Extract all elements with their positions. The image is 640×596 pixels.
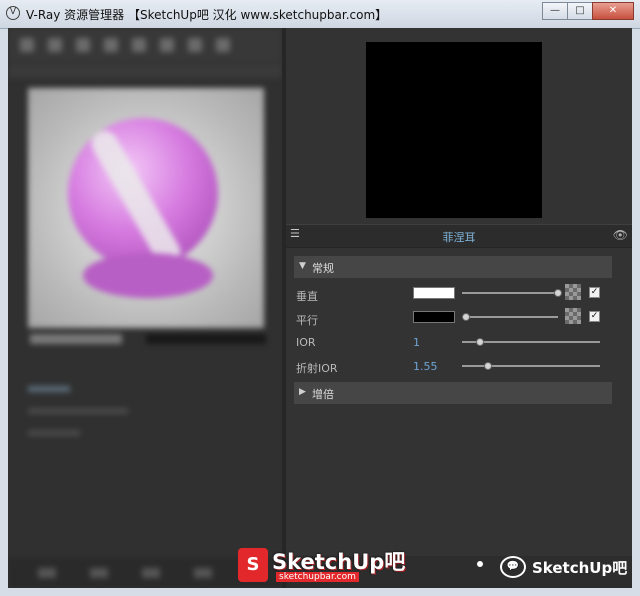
close-button[interactable]: ✕ [592, 2, 634, 20]
toolbar-icon[interactable] [216, 38, 230, 52]
close-icon: ✕ [608, 5, 618, 16]
left-panel-blurred [8, 28, 282, 588]
toolbar-icon[interactable] [48, 38, 62, 52]
group-label: 增倍 [312, 388, 334, 401]
list-item[interactable] [28, 386, 70, 392]
checkbox-perpendicular[interactable]: ✓ [589, 287, 600, 298]
right-panel: ☰ 菲涅耳 👁 ▼ 常规 垂直 ✓ 平行 ✓ IOR 1 折射IOR 1.55 … [286, 28, 632, 588]
slider-knob[interactable] [484, 362, 492, 370]
slider-parallel[interactable] [462, 316, 558, 318]
ior-value[interactable]: 1 [413, 336, 420, 349]
row-label-refraction-ior: 折射IOR [296, 362, 338, 375]
client-area: ☰ 菲涅耳 👁 ▼ 常规 垂直 ✓ 平行 ✓ IOR 1 折射IOR 1.55 … [8, 28, 632, 588]
sketchupbar-logo-icon: S [238, 548, 268, 582]
checkbox-parallel[interactable]: ✓ [589, 311, 600, 322]
toolbar-icon[interactable] [20, 38, 34, 52]
slider-knob[interactable] [462, 313, 470, 321]
texture-slot-perpendicular[interactable] [565, 284, 581, 300]
window-title: V-Ray 资源管理器 【SketchUp吧 汉化 www.sketchupba… [26, 8, 388, 22]
title-bar[interactable]: V V-Ray 资源管理器 【SketchUp吧 汉化 www.sketchup… [0, 0, 640, 29]
watermark-logo: S SketchUp吧 sketchupbar.com [238, 546, 405, 586]
slider-perpendicular[interactable] [462, 292, 558, 294]
group-general[interactable]: ▼ 常规 [294, 256, 612, 278]
row-label-perpendicular: 垂直 [296, 290, 318, 303]
eye-hidden-icon[interactable]: 👁 [613, 228, 628, 242]
section-title: 菲涅耳 [442, 231, 476, 244]
group-gain[interactable]: ▶ 增倍 [294, 382, 612, 404]
material-sphere-preview [28, 88, 264, 328]
toolbar-icon[interactable] [90, 568, 108, 578]
slider-refraction-ior[interactable] [462, 365, 600, 367]
color-swatch-perpendicular[interactable] [413, 287, 455, 299]
toolbar-icon[interactable] [132, 38, 146, 52]
preview-control[interactable] [146, 334, 266, 344]
list-item[interactable] [28, 430, 80, 436]
toolbar-icon[interactable] [194, 568, 212, 578]
maximize-icon: □ [575, 5, 585, 16]
section-header: ☰ 菲涅耳 👁 [286, 224, 632, 248]
slider-knob[interactable] [476, 338, 484, 346]
minimize-icon: — [550, 5, 560, 16]
left-tabs[interactable] [8, 64, 282, 78]
texture-preview [366, 42, 542, 218]
toolbar-icon[interactable] [188, 38, 202, 52]
window-controls: — □ ✕ [542, 2, 634, 20]
group-label: 常规 [312, 262, 334, 275]
vray-logo-icon: V [6, 6, 20, 20]
vray-asset-editor-window: V V-Ray 资源管理器 【SketchUp吧 汉化 www.sketchup… [0, 0, 640, 596]
toolbar-icon[interactable] [160, 38, 174, 52]
wechat-icon: 💬 [500, 556, 526, 578]
minimize-button[interactable]: — [542, 2, 568, 20]
collapse-arrow-icon: ▼ [299, 261, 306, 271]
maximize-button[interactable]: □ [567, 2, 593, 20]
separator-dot [477, 561, 483, 567]
row-label-ior: IOR [296, 336, 316, 349]
toolbar-icon[interactable] [76, 38, 90, 52]
color-swatch-parallel[interactable] [413, 311, 455, 323]
left-toolbar[interactable] [8, 28, 282, 62]
list-item[interactable] [28, 408, 128, 414]
texture-slot-parallel[interactable] [565, 308, 581, 324]
wechat-text: SketchUp吧 [532, 559, 628, 577]
expand-arrow-icon: ▶ [299, 387, 306, 397]
toolbar-icon[interactable] [38, 568, 56, 578]
row-label-parallel: 平行 [296, 314, 318, 327]
toolbar-icon[interactable] [142, 568, 160, 578]
toolbar-icon[interactable] [104, 38, 118, 52]
preview-control[interactable] [30, 334, 122, 344]
slider-knob[interactable] [554, 289, 562, 297]
watermark-url: sketchupbar.com [276, 572, 359, 582]
refraction-ior-value[interactable]: 1.55 [413, 360, 438, 373]
